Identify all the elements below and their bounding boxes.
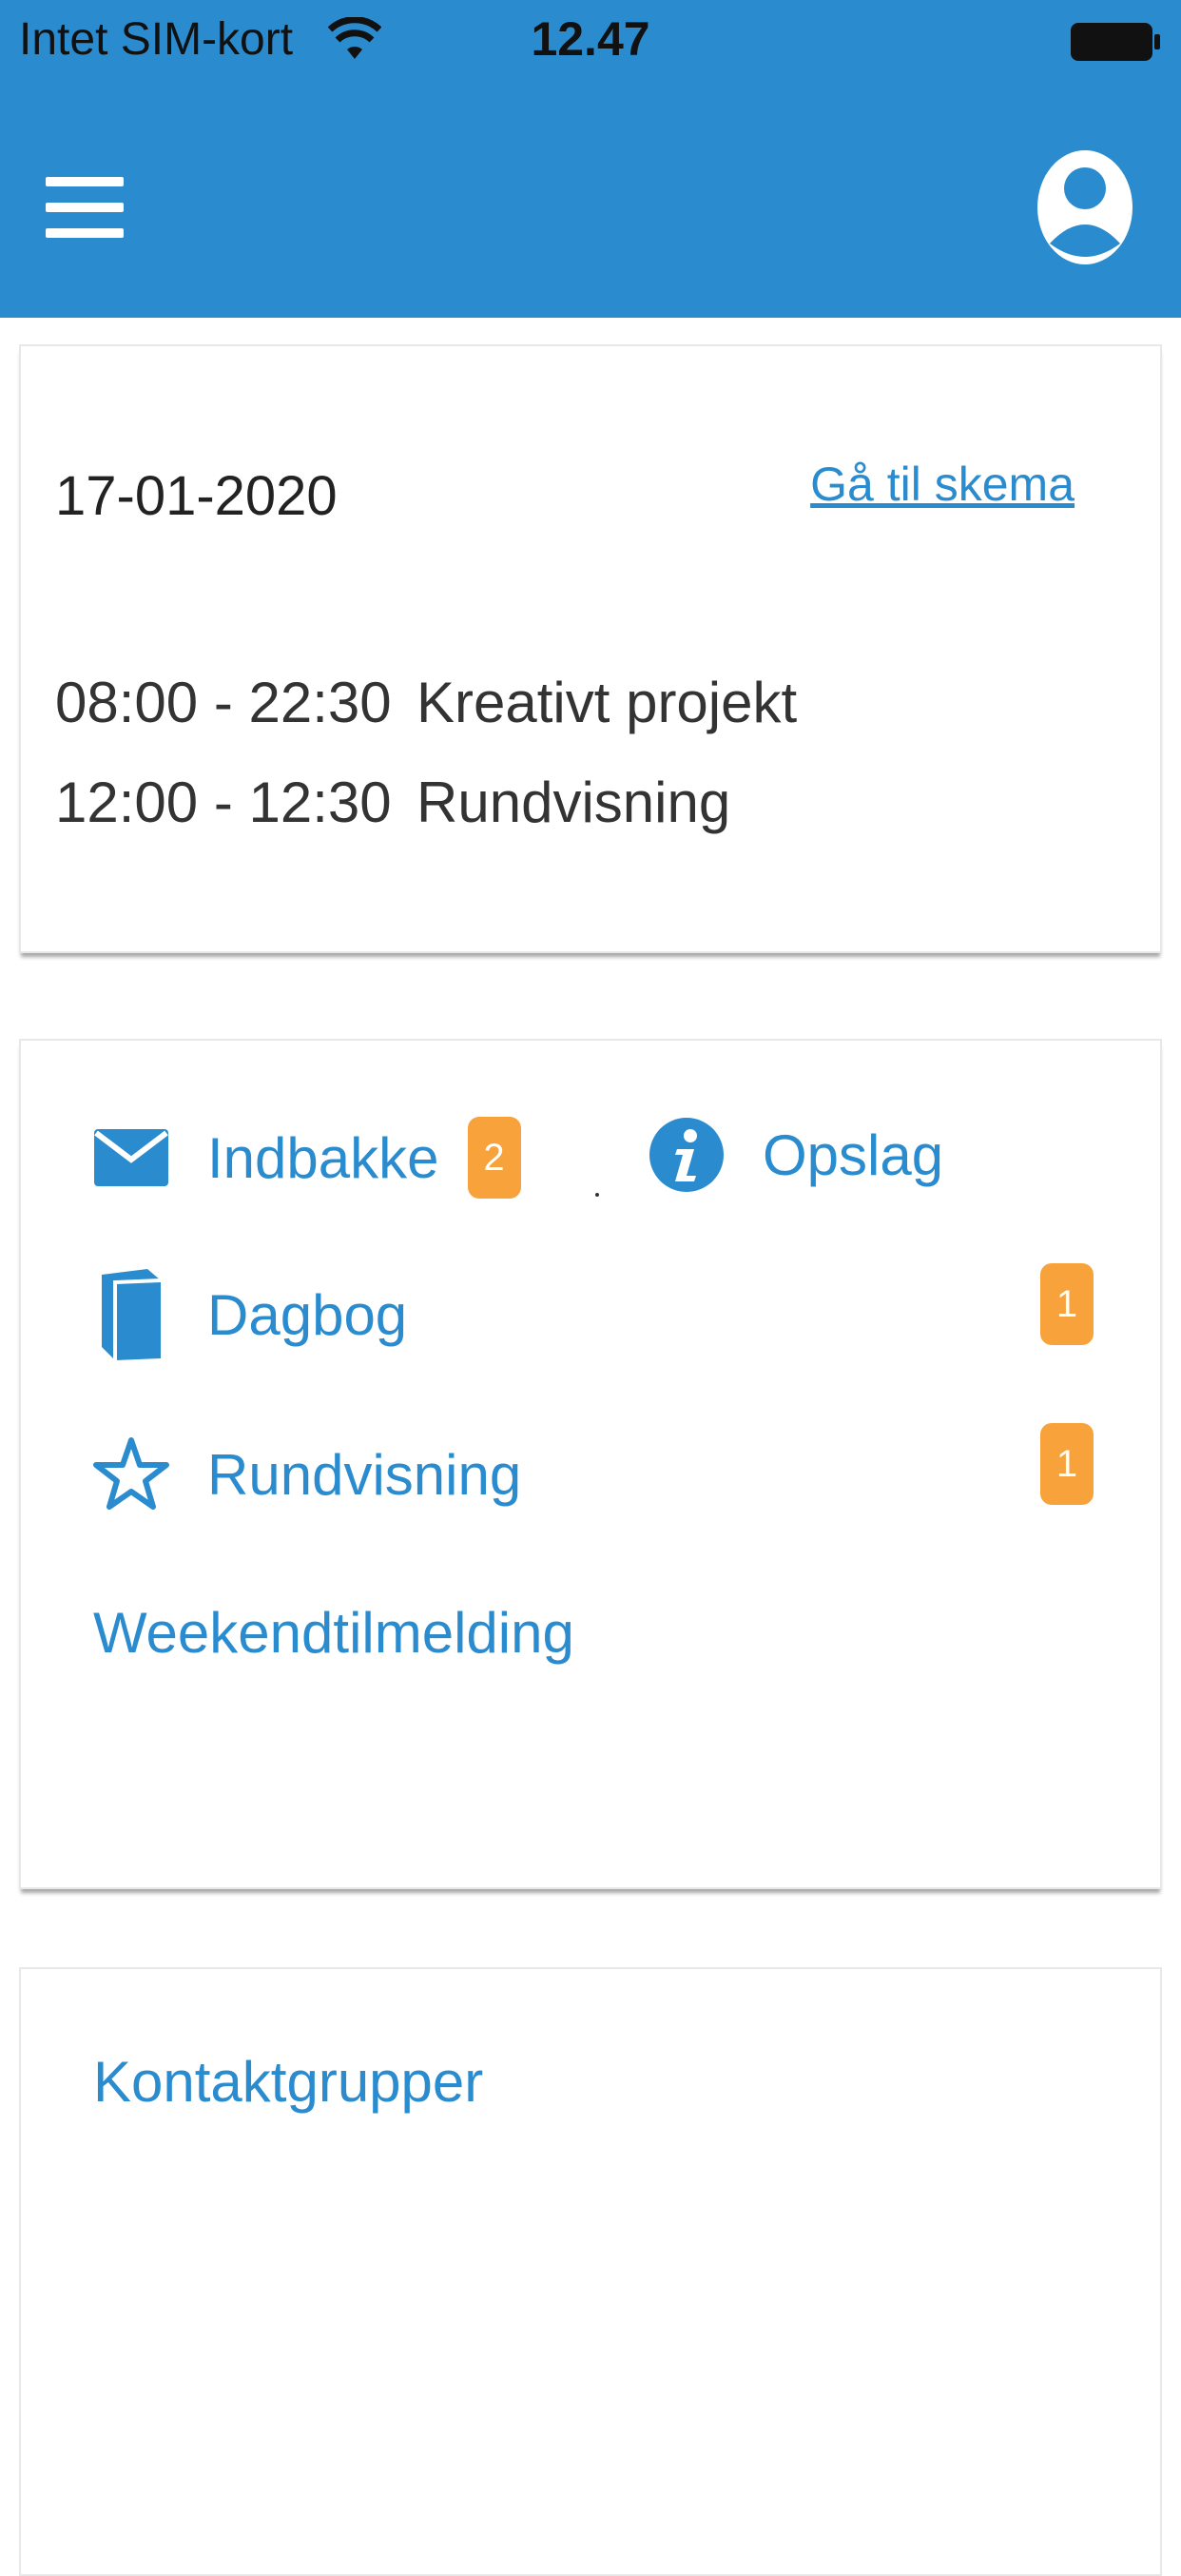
menu-item-label: Weekendtilmelding <box>93 1601 574 1665</box>
schedule-event: 12:00 - 12:30 Rundvisning <box>55 770 730 835</box>
book-icon <box>93 1269 169 1360</box>
event-title: Kreativt projekt <box>416 671 798 734</box>
battery-icon <box>1071 23 1160 61</box>
menu-item-dagbog[interactable]: Dagbog <box>93 1269 408 1360</box>
user-avatar-icon[interactable] <box>1036 148 1133 266</box>
event-time: 08:00 - 22:30 <box>55 671 392 734</box>
status-bar: Intet SIM-kort 12.47 <box>0 0 1181 95</box>
event-title: Rundvisning <box>416 771 731 834</box>
unread-badge: 2 <box>467 1117 521 1199</box>
status-time: 12.47 <box>531 12 650 66</box>
menu-item-indbakke[interactable]: Indbakke 2 <box>93 1117 521 1199</box>
contact-groups-label: Kontaktgrupper <box>93 2050 484 2114</box>
contact-groups-link[interactable]: Kontaktgrupper <box>93 2049 483 2115</box>
schedule-card: 17-01-2020 Gå til skema 08:00 - 22:30 Kre… <box>19 344 1162 953</box>
menu-item-label: Opslag <box>763 1122 944 1187</box>
menu-item-opslag[interactable]: Opslag <box>649 1117 943 1193</box>
menu-card: Indbakke 2 Opslag Dagbog 1 Rundvisning 1… <box>19 1039 1162 1889</box>
star-icon <box>93 1436 169 1512</box>
menu-item-label: Rundvisning <box>207 1442 522 1507</box>
envelope-icon <box>93 1120 169 1196</box>
menu-item-label: Indbakke <box>207 1125 439 1190</box>
schedule-event: 08:00 - 22:30 Kreativt projekt <box>55 670 797 735</box>
menu-item-label: Dagbog <box>207 1282 408 1347</box>
unread-badge: 1 <box>1040 1423 1094 1505</box>
go-to-schedule-link[interactable]: Gå til skema <box>810 457 1075 512</box>
separator-dot <box>595 1193 599 1197</box>
app-header: Intet SIM-kort 12.47 <box>0 0 1181 318</box>
event-time: 12:00 - 12:30 <box>55 771 392 834</box>
unread-badge: 1 <box>1040 1263 1094 1345</box>
menu-item-weekendtilmelding[interactable]: Weekendtilmelding <box>93 1600 574 1666</box>
hamburger-menu-icon[interactable] <box>46 177 124 238</box>
info-icon <box>649 1117 725 1193</box>
schedule-date: 17-01-2020 <box>55 465 338 527</box>
menu-item-rundvisning[interactable]: Rundvisning <box>93 1436 521 1512</box>
contacts-card: Kontaktgrupper <box>19 1967 1162 2576</box>
